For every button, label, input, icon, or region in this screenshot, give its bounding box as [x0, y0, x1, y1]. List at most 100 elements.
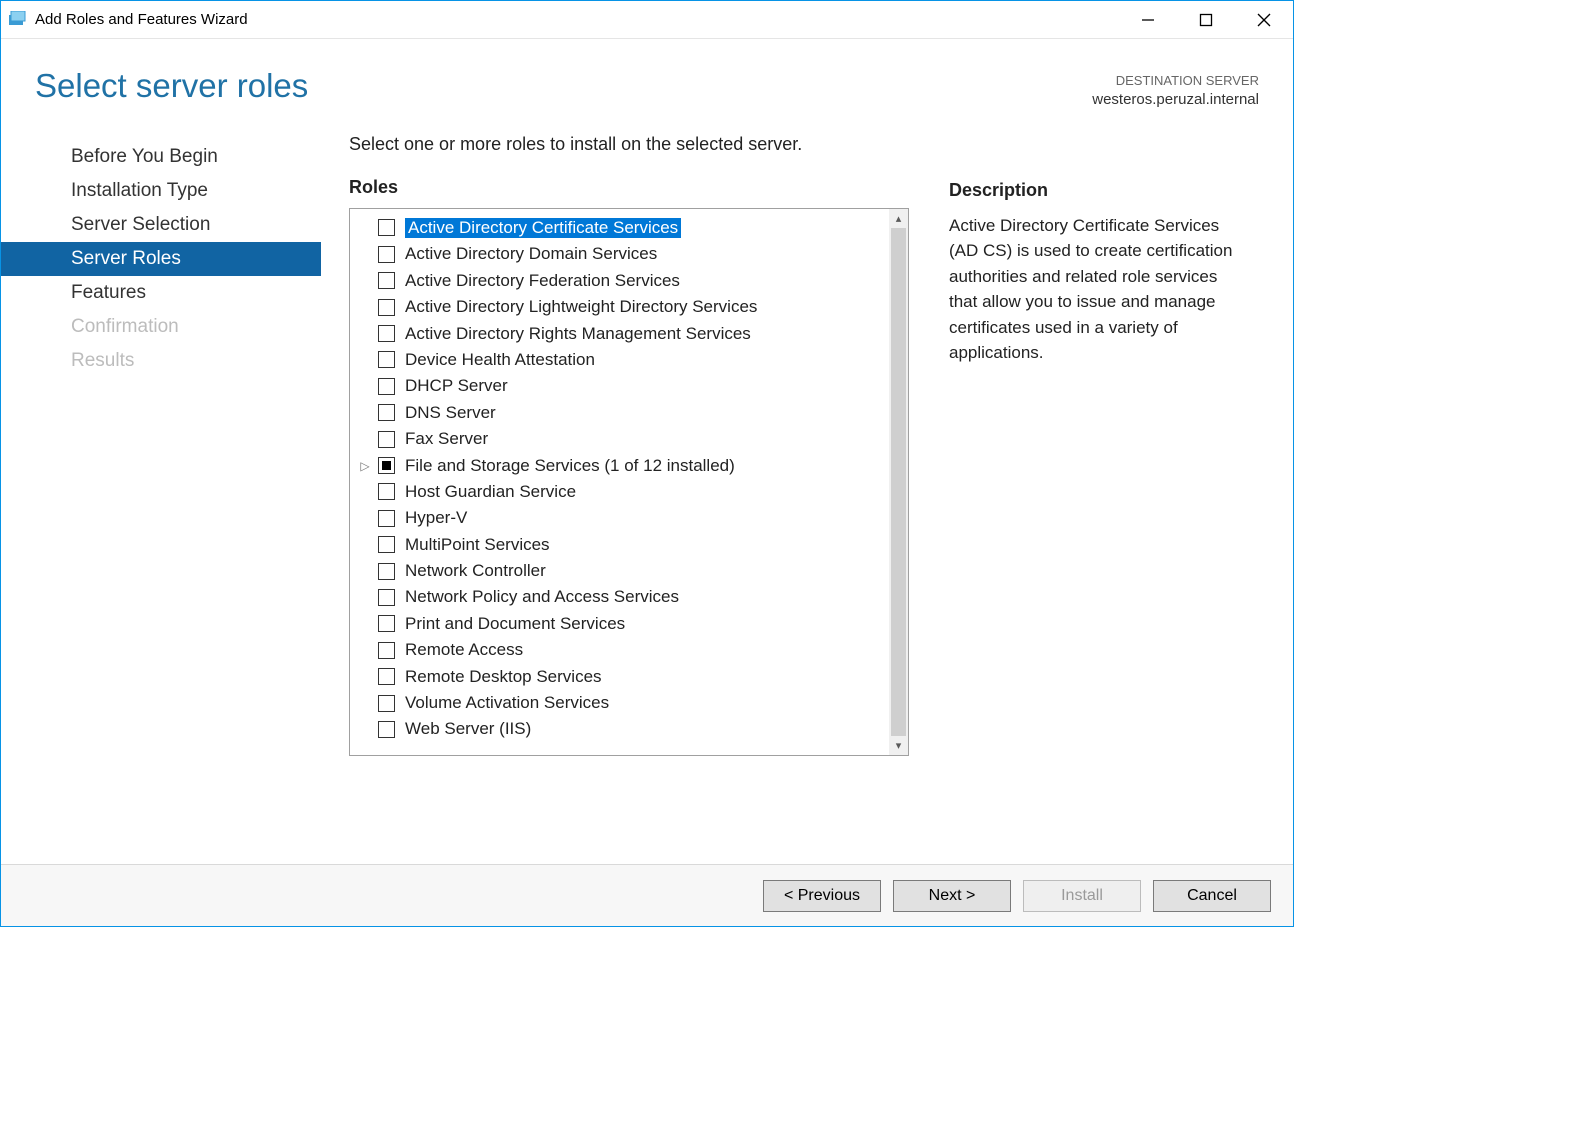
role-label[interactable]: File and Storage Services (1 of 12 insta… — [405, 456, 735, 476]
nav-features[interactable]: Features — [1, 276, 321, 310]
role-label[interactable]: Web Server (IIS) — [405, 719, 531, 739]
role-checkbox[interactable] — [378, 483, 395, 500]
close-button[interactable] — [1235, 1, 1293, 39]
role-label[interactable]: Active Directory Rights Management Servi… — [405, 324, 751, 344]
header-row: Select server roles DESTINATION SERVER w… — [1, 39, 1293, 110]
nav-server-roles[interactable]: Server Roles — [1, 242, 321, 276]
next-button[interactable]: Next > — [893, 880, 1011, 912]
description-text: Active Directory Certificate Services (A… — [949, 213, 1249, 366]
role-checkbox[interactable] — [378, 351, 395, 368]
scroll-down-icon[interactable]: ▾ — [889, 736, 908, 755]
role-row[interactable]: Fax Server — [356, 426, 883, 452]
role-row[interactable]: Device Health Attestation — [356, 347, 883, 373]
nav-confirmation: Confirmation — [1, 310, 321, 344]
page-title: Select server roles — [35, 67, 308, 105]
role-row[interactable]: Volume Activation Services — [356, 690, 883, 716]
role-row[interactable]: Remote Desktop Services — [356, 663, 883, 689]
role-label[interactable]: Active Directory Domain Services — [405, 244, 657, 264]
scroll-up-icon[interactable]: ▴ — [889, 209, 908, 228]
role-checkbox[interactable] — [378, 431, 395, 448]
role-row[interactable]: DHCP Server — [356, 373, 883, 399]
role-checkbox[interactable] — [378, 615, 395, 632]
wizard-nav: Before You Begin Installation Type Serve… — [1, 134, 321, 864]
role-checkbox[interactable] — [378, 695, 395, 712]
nav-server-selection[interactable]: Server Selection — [1, 208, 321, 242]
expander-icon[interactable]: ▷ — [356, 459, 374, 473]
role-label[interactable]: Active Directory Certificate Services — [405, 218, 681, 238]
cancel-button[interactable]: Cancel — [1153, 880, 1271, 912]
nav-results: Results — [1, 344, 321, 378]
role-checkbox[interactable] — [378, 457, 395, 474]
maximize-button[interactable] — [1177, 1, 1235, 39]
role-row[interactable]: Hyper-V — [356, 505, 883, 531]
role-checkbox[interactable] — [378, 510, 395, 527]
role-checkbox[interactable] — [378, 642, 395, 659]
install-button: Install — [1023, 880, 1141, 912]
role-row[interactable]: Host Guardian Service — [356, 479, 883, 505]
role-label[interactable]: Fax Server — [405, 429, 488, 449]
role-label[interactable]: Host Guardian Service — [405, 482, 576, 502]
role-label[interactable]: Print and Document Services — [405, 614, 625, 634]
minimize-button[interactable] — [1119, 1, 1177, 39]
role-label[interactable]: Active Directory Lightweight Directory S… — [405, 297, 757, 317]
scrollbar[interactable]: ▴ ▾ — [889, 209, 908, 755]
role-row[interactable]: Web Server (IIS) — [356, 716, 883, 742]
role-row[interactable]: Active Directory Certificate Services — [356, 215, 883, 241]
role-row[interactable]: Active Directory Lightweight Directory S… — [356, 294, 883, 320]
role-row[interactable]: ▷ File and Storage Services (1 of 12 inst… — [356, 452, 883, 478]
role-label[interactable]: Remote Access — [405, 640, 523, 660]
role-row[interactable]: MultiPoint Services — [356, 531, 883, 557]
role-row[interactable]: Active Directory Domain Services — [356, 241, 883, 267]
role-row[interactable]: Remote Access — [356, 637, 883, 663]
roles-scroll-area[interactable]: Active Directory Certificate Services Act… — [350, 209, 889, 755]
roles-panel: Select one or more roles to install on t… — [349, 134, 909, 864]
window-title: Add Roles and Features Wizard — [35, 11, 248, 28]
role-label[interactable]: Volume Activation Services — [405, 693, 609, 713]
description-panel: Description Active Directory Certificate… — [909, 134, 1249, 864]
main-column: Select one or more roles to install on t… — [321, 134, 1293, 864]
wizard-footer: < Previous Next > Install Cancel — [1, 864, 1293, 926]
destination-block: DESTINATION SERVER westeros.peruzal.inte… — [1092, 67, 1259, 110]
content-row: Before You Begin Installation Type Serve… — [1, 110, 1293, 864]
role-row[interactable]: Active Directory Rights Management Servi… — [356, 320, 883, 346]
destination-label: DESTINATION SERVER — [1092, 72, 1259, 90]
role-label[interactable]: Network Policy and Access Services — [405, 587, 679, 607]
role-checkbox[interactable] — [378, 536, 395, 553]
window-controls — [1119, 1, 1293, 39]
role-checkbox[interactable] — [378, 246, 395, 263]
role-label[interactable]: DNS Server — [405, 403, 496, 423]
role-row[interactable]: Active Directory Federation Services — [356, 268, 883, 294]
role-checkbox[interactable] — [378, 668, 395, 685]
role-row[interactable]: Print and Document Services — [356, 611, 883, 637]
role-checkbox[interactable] — [378, 404, 395, 421]
role-checkbox[interactable] — [378, 272, 395, 289]
scroll-thumb[interactable] — [891, 228, 906, 736]
role-checkbox[interactable] — [378, 299, 395, 316]
role-checkbox[interactable] — [378, 721, 395, 738]
app-icon — [9, 11, 27, 29]
role-row[interactable]: Network Controller — [356, 558, 883, 584]
role-checkbox[interactable] — [378, 563, 395, 580]
role-label[interactable]: Device Health Attestation — [405, 350, 595, 370]
instruction-text: Select one or more roles to install on t… — [349, 134, 909, 155]
role-row[interactable]: Network Policy and Access Services — [356, 584, 883, 610]
nav-installation-type[interactable]: Installation Type — [1, 174, 321, 208]
role-label[interactable]: Active Directory Federation Services — [405, 271, 680, 291]
role-label[interactable]: MultiPoint Services — [405, 535, 550, 555]
role-label[interactable]: Network Controller — [405, 561, 546, 581]
wizard-body: Select server roles DESTINATION SERVER w… — [1, 39, 1293, 926]
role-checkbox[interactable] — [378, 589, 395, 606]
role-label[interactable]: DHCP Server — [405, 376, 508, 396]
roles-label: Roles — [349, 177, 909, 198]
titlebar: Add Roles and Features Wizard — [1, 1, 1293, 39]
role-checkbox[interactable] — [378, 325, 395, 342]
role-checkbox[interactable] — [378, 378, 395, 395]
role-row[interactable]: DNS Server — [356, 400, 883, 426]
previous-button[interactable]: < Previous — [763, 880, 881, 912]
nav-before-you-begin[interactable]: Before You Begin — [1, 140, 321, 174]
role-label[interactable]: Remote Desktop Services — [405, 667, 602, 687]
role-checkbox[interactable] — [378, 219, 395, 236]
wizard-window: Add Roles and Features Wizard Select ser… — [0, 0, 1294, 927]
roles-listbox: Active Directory Certificate Services Act… — [349, 208, 909, 756]
role-label[interactable]: Hyper-V — [405, 508, 467, 528]
